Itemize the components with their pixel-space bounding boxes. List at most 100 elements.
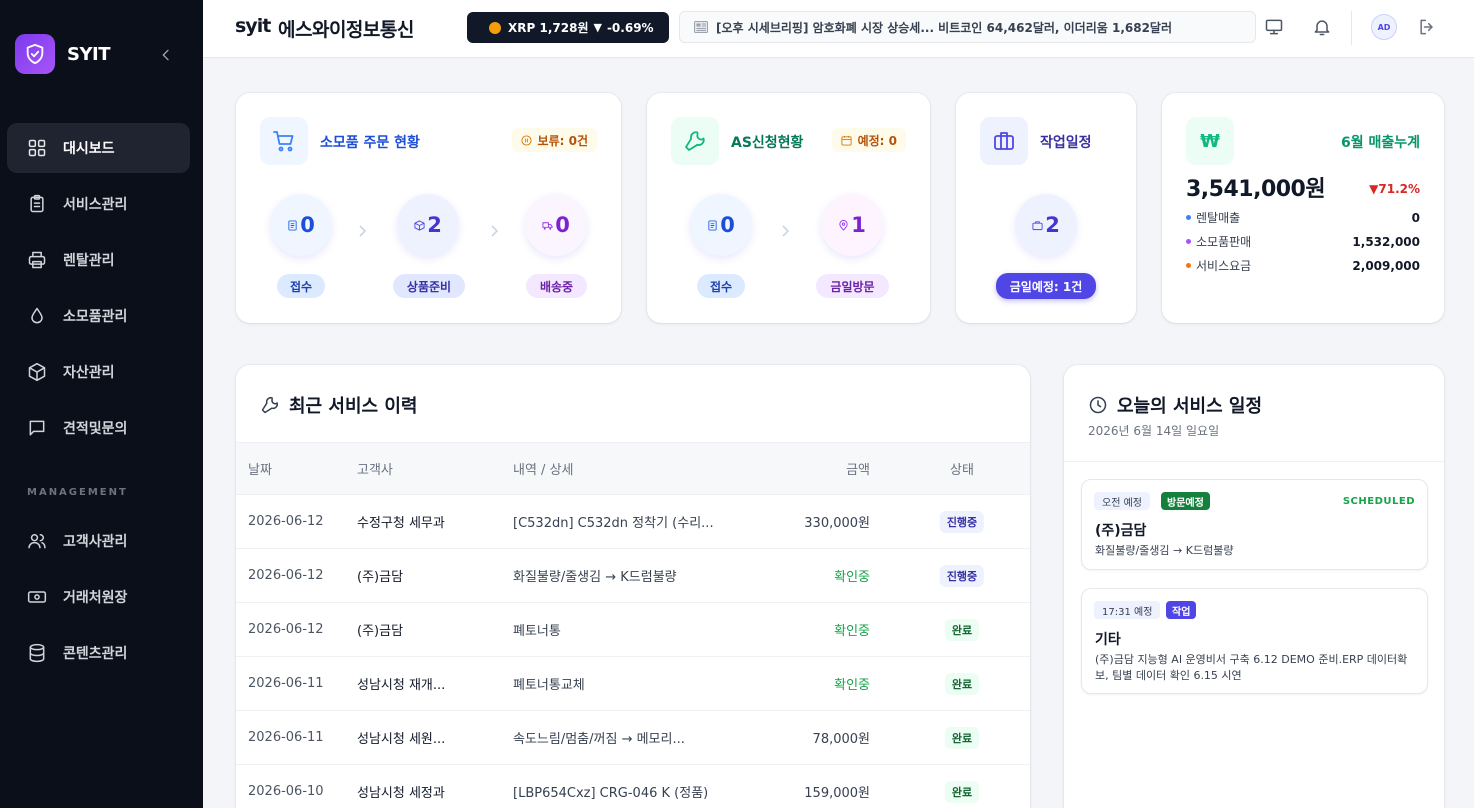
scheduled-text: 예정: 0 [857, 133, 897, 148]
wrench-icon [671, 117, 719, 165]
legend-dot [1186, 215, 1191, 220]
stage-label: 배송중 [526, 274, 587, 298]
stage-value: 0 [720, 213, 735, 237]
coin-icon [489, 21, 501, 34]
today-schedule-panel: 오늘의 서비스 일정 2026년 6월 14일 일요일 오전 예정 방문예정 S… [1064, 365, 1444, 808]
cell-amount: 확인중 [834, 678, 870, 693]
card-title: 작업일정 [1040, 135, 1092, 151]
col-amount: 금액 [846, 463, 870, 478]
stage-label: 상품준비 [393, 274, 465, 298]
stage-received[interactable]: 0 [690, 194, 752, 256]
orders-card[interactable]: 소모품 주문 현황 보류: 0건 0 2 0 접수 상품준비 배송중 [236, 93, 621, 323]
sidebar-item-ledger[interactable]: 거래처원장 [7, 572, 190, 622]
card-title: 소모품 주문 현황 [320, 135, 420, 151]
table-row[interactable]: 2026-06-12 수정구청 세무과 [C532dn] C532dn 정착기 (수… [236, 494, 1030, 548]
work-schedule-card[interactable]: 작업일정 2 금일예정: 1건 [956, 93, 1136, 323]
cell-amount: 330,000원 [804, 516, 870, 531]
nav-section-label: MANAGEMENT [27, 487, 128, 498]
cell-amount: 78,000원 [812, 732, 870, 747]
stage-visit-today[interactable]: 1 [821, 194, 883, 256]
row-value: 2,009,000 [1352, 258, 1420, 273]
top-header: syit 에스와이정보통신 XRP 1,728원 ▼ -0.69% [오후 시세… [203, 0, 1474, 58]
stage-shipping[interactable]: 0 [525, 194, 587, 256]
today-scheduled-badge[interactable]: 금일예정: 1건 [996, 273, 1096, 299]
stage-preparing[interactable]: 2 [397, 194, 459, 256]
sidebar-item-label: 대시보드 [63, 141, 115, 157]
calendar-icon [841, 135, 852, 146]
logout-icon[interactable] [1417, 17, 1437, 37]
table-row[interactable]: 2026-06-11 성남시청 재개... 폐토너통교체 확인중 완료 [236, 656, 1030, 710]
clock-icon [1089, 396, 1107, 414]
status-badge: 진행중 [939, 564, 985, 587]
schedule-state: SCHEDULED [1342, 496, 1415, 507]
as-card[interactable]: AS신청현황 예정: 0 0 1 접수 금일방문 [647, 93, 930, 323]
revenue-row-consumables: 소모품판매 1,532,000 [1186, 233, 1420, 250]
avatar[interactable]: AD [1371, 14, 1397, 40]
legend-dot [1186, 263, 1191, 268]
sidebar-item-consumables[interactable]: 소모품관리 [7, 291, 190, 341]
sidebar-item-assets[interactable]: 자산관리 [7, 347, 190, 397]
users-icon [27, 531, 47, 551]
schedule-title: (주)금담 [1095, 523, 1147, 539]
header-logo[interactable]: syit [235, 15, 271, 37]
news-text: [오후 시세브리핑] 암호화폐 시장 상승세... 비트코인 64,462달러,… [716, 20, 1173, 35]
grid-icon [27, 138, 47, 158]
cell-detail: 폐토너통교체 [513, 678, 585, 693]
cell-date: 2026-06-10 [248, 784, 324, 799]
stage-received[interactable]: 0 [270, 194, 332, 256]
row-label: 소모품판매 [1196, 235, 1252, 249]
stage-value: 1 [851, 213, 866, 237]
pending-badge: 보류: 0건 [511, 128, 597, 152]
crypto-ticker[interactable]: XRP 1,728원 ▼ -0.69% [467, 12, 669, 43]
table-row[interactable]: 2026-06-11 성남시청 세원... 속도느림/멈춤/꺼짐 → 메모리... 7… [236, 710, 1030, 764]
schedule-item[interactable]: 17:31 예정 작업 기타 (주)금담 지능형 AI 운영비서 구축 6.12… [1081, 588, 1428, 694]
revenue-card[interactable]: ₩ 6월 매출누계 3,541,000원 ▼71.2% 렌탈매출 0 소모품판매… [1162, 93, 1444, 323]
cell-amount: 확인중 [834, 624, 870, 639]
work-count[interactable]: 2 [1015, 194, 1077, 256]
revenue-row-service: 서비스요금 2,009,000 [1186, 257, 1420, 274]
schedule-item[interactable]: 오전 예정 방문예정 SCHEDULED (주)금담 화질불량/줄생김 → K드… [1081, 479, 1428, 570]
chevron-right-icon [782, 225, 790, 237]
stage-label: 접수 [697, 274, 745, 298]
sidebar-item-label: 견적및문의 [63, 421, 128, 437]
cell-date: 2026-06-11 [248, 730, 324, 745]
ticker-coin: XRP [508, 20, 536, 35]
pause-icon [521, 134, 532, 146]
schedule-desc: (주)금담 지능형 AI 운영비서 구축 6.12 DEMO 준비.ERP 데이… [1095, 653, 1408, 682]
cell-amount: 159,000원 [804, 786, 870, 801]
brand[interactable]: SYIT [15, 34, 110, 74]
bell-icon[interactable] [1312, 17, 1332, 37]
sidebar-item-label: 자산관리 [63, 365, 115, 381]
sidebar-item-quotes[interactable]: 견적및문의 [7, 403, 190, 453]
chevron-left-icon[interactable] [158, 47, 174, 63]
status-badge: 완료 [944, 618, 980, 641]
cell-status: 진행중 [939, 564, 985, 587]
table-row[interactable]: 2026-06-10 성남시청 세정과 [LBP654Cxz] CRG-046 K … [236, 764, 1030, 808]
ticker-change: -0.69% [606, 20, 654, 35]
status-badge: 완료 [944, 672, 980, 695]
database-icon [27, 643, 47, 663]
news-bar[interactable]: [오후 시세브리핑] 암호화폐 시장 상승세... 비트코인 64,462달러,… [679, 11, 1256, 43]
sidebar-item-customers[interactable]: 고객사관리 [7, 516, 190, 566]
table-row[interactable]: 2026-06-12 (주)금담 폐토너통 확인중 완료 [236, 602, 1030, 656]
monitor-icon[interactable] [1264, 17, 1284, 37]
panel-title: 최근 서비스 이력 [260, 392, 417, 418]
sidebar-item-contents[interactable]: 콘텐츠관리 [7, 628, 190, 678]
sidebar-item-dashboard[interactable]: 대시보드 [7, 123, 190, 173]
col-date: 날짜 [248, 463, 272, 478]
sidebar-item-rental[interactable]: 렌탈관리 [7, 235, 190, 285]
schedule-tag: 작업 [1166, 601, 1197, 619]
stage-label: 금일방문 [816, 274, 889, 298]
cell-status: 완료 [944, 672, 980, 695]
wrench-icon [261, 396, 279, 414]
table-row[interactable]: 2026-06-12 (주)금담 화질불량/줄생김 → K드럼불량 확인중 진행중 [236, 548, 1030, 602]
sidebar-item-label: 고객사관리 [63, 534, 128, 550]
sidebar-item-label: 서비스관리 [63, 197, 128, 213]
stage-label: 접수 [277, 274, 325, 298]
sidebar-item-service[interactable]: 서비스관리 [7, 179, 190, 229]
pending-text: 보류: 0건 [537, 133, 588, 148]
briefcase-icon [1032, 220, 1043, 230]
sidebar: SYIT 대시보드 서비스관리 렌탈관리 소모품관리 자산관리 견적및문의 MA… [0, 0, 203, 808]
cell-customer: 성남시청 세정과 [357, 786, 445, 801]
revenue-amount: 3,541,000원 [1186, 177, 1326, 202]
